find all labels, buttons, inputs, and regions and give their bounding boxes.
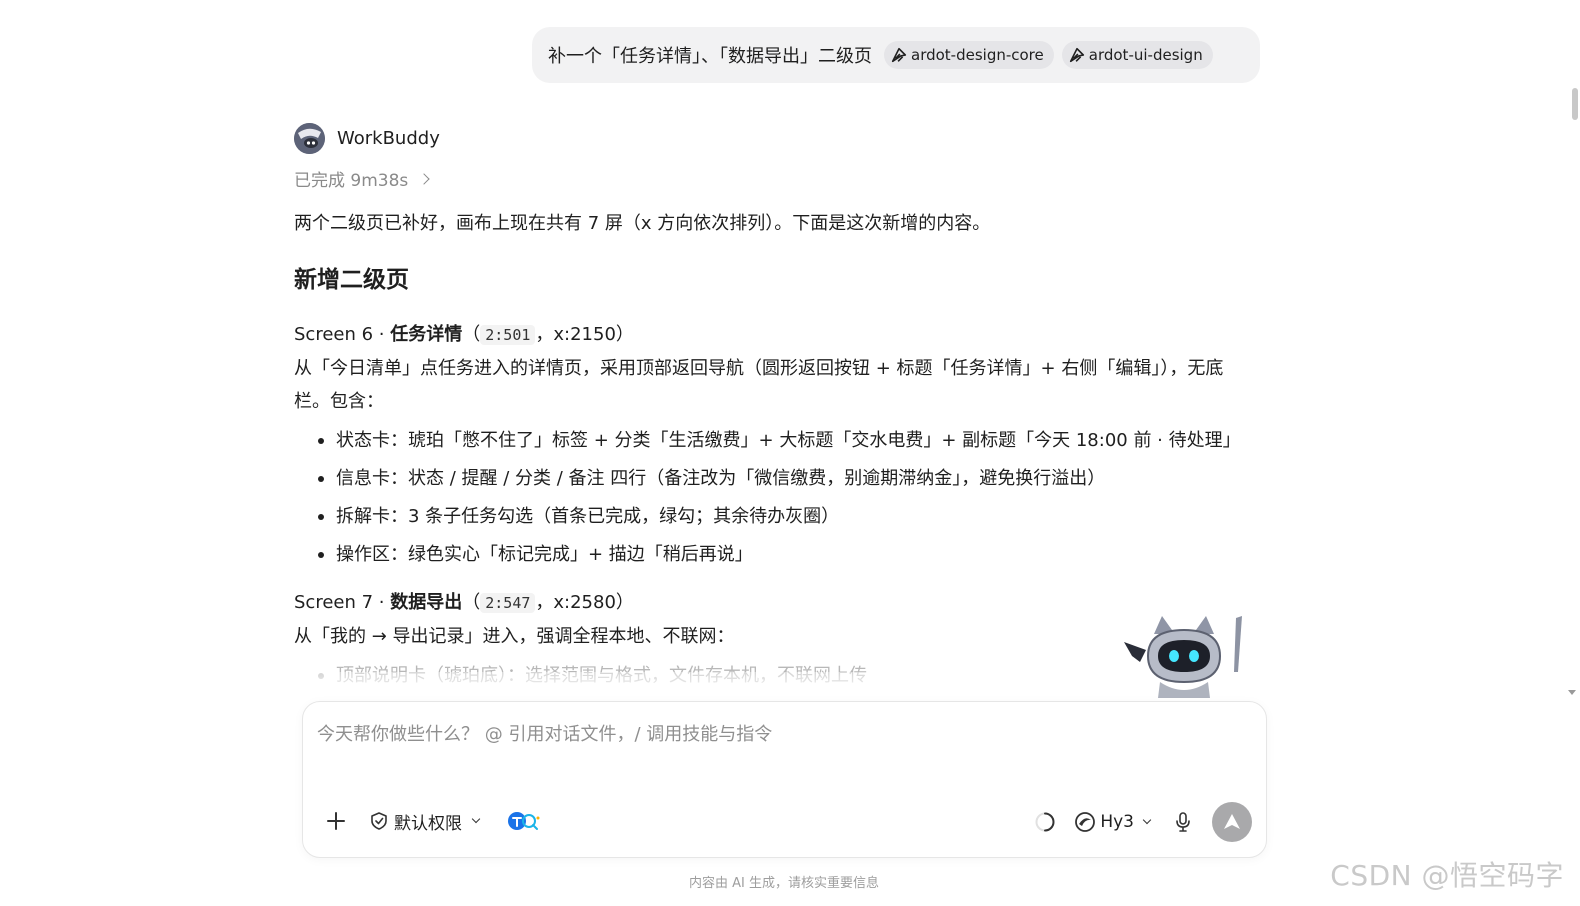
screen7-description: 从「我的 → 导出记录」进入，强调全程本地、不联网： [294, 626, 735, 647]
scroll-down-arrow[interactable] [1568, 690, 1576, 695]
model-label: Hy3 [1100, 812, 1134, 832]
model-selector[interactable]: Hy3 [1074, 811, 1154, 833]
scrollbar-thumb[interactable] [1572, 88, 1578, 120]
list-item: 状态卡：琥珀「憋不住了」标签 + 分类「生活缴费」+ 大标题「交水电费」+ 副标… [294, 422, 1254, 460]
send-button[interactable] [1212, 802, 1252, 842]
chevron-right-icon [418, 172, 430, 185]
screen7-name: 数据导出 [390, 592, 463, 613]
screen6-name: 任务详情 [390, 324, 463, 345]
loading-spinner-icon [1030, 807, 1060, 837]
skill-chip-ardot-design-core[interactable]: ardot-design-core [884, 41, 1054, 69]
list-item: 信息卡：状态 / 提醒 / 分类 / 备注 四行（备注改为「微信缴费，别逾期滞纳… [294, 460, 1254, 498]
microphone-icon[interactable] [1168, 807, 1198, 837]
completion-status[interactable]: 已完成 9m38s [294, 166, 1254, 191]
assistant-response: WorkBuddy 已完成 9m38s 两个二级页已补好，画布上现在共有 7 屏… [294, 120, 1254, 698]
add-icon[interactable] [321, 806, 351, 836]
model-logo-icon [1075, 812, 1096, 832]
skill-chip-label: ardot-ui-design [1088, 46, 1203, 64]
intro-paragraph: 两个二级页已补好，画布上现在共有 7 屏（x 方向依次排列）。下面是这次新增的内… [294, 213, 991, 234]
screen6-open: （ [462, 324, 481, 345]
permission-dropdown[interactable]: 默认权限 [369, 809, 483, 834]
chevron-down-icon [471, 814, 481, 824]
composer-toolbar-left: 默认权限 [321, 806, 543, 836]
agent-mode-icon[interactable] [505, 806, 543, 836]
assistant-header: WorkBuddy [294, 120, 1254, 156]
composer-toolbar-right: Hy3 [1030, 802, 1252, 842]
send-arrow-icon [1224, 814, 1240, 829]
composer[interactable]: 今天帮你做些什么？ @ 引用对话文件，/ 调用技能与指令 默认权限 Hy3 [302, 701, 1267, 858]
assistant-name: WorkBuddy [337, 127, 440, 149]
skill-icon [1069, 47, 1084, 63]
screen6-prefix: Screen 6 · [294, 324, 391, 345]
mascot-robot-icon [1124, 616, 1242, 698]
screen7-suffix: ，x:2580） [535, 592, 634, 613]
skill-chip-ardot-ui-design[interactable]: ardot-ui-design [1061, 41, 1213, 69]
list-item: 顶部说明卡（琥珀底）：选择范围与格式，文件存本机，不联网上传 [294, 657, 1254, 695]
user-message-bubble: 补一个「任务详情」、「数据导出」二级页 ardot-design-core ar… [532, 27, 1260, 83]
screen7-node-code: 2:547 [480, 593, 536, 613]
assistant-avatar [294, 122, 325, 154]
screen6-node-code: 2:501 [480, 325, 536, 345]
user-message-text: 补一个「任务详情」、「数据导出」二级页 [548, 46, 872, 67]
completion-status-text: 已完成 9m38s [294, 171, 409, 191]
screen7-title: Screen 7 · 数据导出（ 2:547 ，x:2580） [294, 586, 1254, 620]
screen6-description: 从「今日清单」点任务进入的详情页，采用顶部返回导航（圆形返回按钮 + 标题「任务… [294, 358, 1224, 412]
shield-check-icon [371, 812, 387, 830]
skill-icon [891, 47, 907, 63]
screen7-prefix: Screen 7 · [294, 592, 391, 613]
screen7-bullets: 顶部说明卡（琥珀底）：选择范围与格式，文件存本机，不联网上传 [294, 657, 1254, 695]
permission-label: 默认权限 [394, 813, 462, 834]
list-item: 操作区：绿色实心「标记完成」+ 描边「稍后再说」 [294, 536, 1254, 574]
chevron-down-icon [1142, 815, 1152, 825]
section-heading: 新增二级页 [294, 267, 409, 293]
screen7-open: （ [462, 592, 481, 613]
watermark: CSDN @悟空码字 [1330, 859, 1564, 892]
screen6-suffix: ，x:2150） [535, 324, 634, 345]
composer-input[interactable]: 今天帮你做些什么？ @ 引用对话文件，/ 调用技能与指令 [317, 720, 772, 746]
list-item: 拆解卡：3 条子任务勾选（首条已完成，绿勾；其余待办灰圈） [294, 498, 1254, 536]
screen6-title: Screen 6 · 任务详情（ 2:501 ，x:2150） [294, 318, 1254, 352]
screen6-bullets: 状态卡：琥珀「憋不住了」标签 + 分类「生活缴费」+ 大标题「交水电费」+ 副标… [294, 422, 1254, 574]
skill-chip-label: ardot-design-core [911, 46, 1044, 64]
